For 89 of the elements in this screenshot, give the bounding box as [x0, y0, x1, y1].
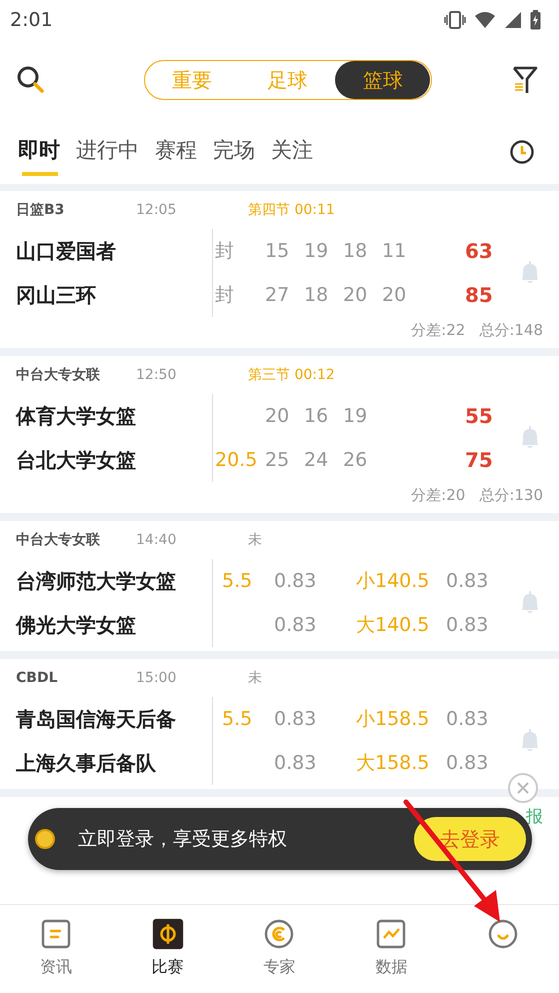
line-value: 大158.5: [356, 751, 430, 776]
league-name: 日篮B3: [16, 201, 66, 219]
score-value: 0.83: [274, 708, 318, 730]
total-score: 63: [465, 239, 494, 263]
score-value: 0.83: [446, 708, 490, 730]
spiral-icon: [264, 919, 294, 949]
total-score: 75: [465, 448, 494, 472]
nav-item[interactable]: 数据: [335, 905, 448, 993]
match-card[interactable]: 日篮B3 12:05 第四节 00:11 山口爱国者 冈山三环 封 15 19 18 11 63 封 27 18 20 20 85 分差:22 总分:148: [0, 191, 559, 348]
match-card[interactable]: CBDL 15:00 未 青岛国信海天后备 上海久事后备队 5.5 0.83 小158.5 0.83 0.83 大158.5 0.83: [0, 659, 559, 789]
team-name: 台北大学女篮: [16, 447, 137, 474]
document-icon: [40, 919, 71, 949]
match-status: 未: [248, 669, 262, 687]
score-value: 0.83: [274, 752, 318, 774]
score-value: 20: [382, 284, 408, 306]
filter-icon[interactable]: [511, 65, 539, 95]
score-value: 0.83: [446, 752, 490, 774]
match-time: 12:50: [136, 367, 178, 383]
line-value: 5.5: [221, 708, 254, 730]
team-name: 体育大学女篮: [16, 403, 137, 430]
line-value: 小158.5: [356, 707, 430, 732]
score-value: 11: [382, 240, 408, 262]
nav-item[interactable]: 资讯: [0, 905, 112, 993]
coin-icon: [34, 828, 56, 850]
toast-message: 立即登录，享受更多特权: [78, 827, 288, 852]
status-time: 2:01: [10, 9, 53, 31]
line-value: 大140.5: [356, 613, 430, 638]
match-time: 15:00: [136, 670, 178, 686]
match-status: 第三节 00:12: [248, 366, 335, 384]
score-value: 0.83: [274, 614, 318, 636]
nav-item[interactable]: 比赛: [112, 905, 224, 993]
score-value: 18: [343, 240, 368, 262]
line-value: 20.5: [214, 449, 258, 471]
score-summary: 分差:22: [411, 321, 466, 340]
score-value: 封: [214, 239, 235, 264]
score-value: 19: [304, 240, 330, 262]
score-value: 18: [304, 284, 330, 306]
match-card[interactable]: 中台大专女联 12:50 第三节 00:12 体育大学女篮 台北大学女篮 20 16 19 55 20.5 25 24 26 75 分差:20 总分:130: [0, 356, 559, 513]
search-icon[interactable]: [16, 65, 46, 95]
nav-item[interactable]: 专家: [224, 905, 336, 993]
score-value: 20: [343, 284, 368, 306]
score-value: 0.83: [274, 570, 318, 592]
line-value: 小140.5: [356, 569, 430, 594]
league-name: CBDL: [16, 670, 58, 686]
score-value: 封: [214, 283, 235, 308]
team-name: 山口爱国者: [16, 238, 117, 265]
score-value: 26: [343, 449, 368, 471]
score-value: 0.83: [446, 570, 490, 592]
team-name: 上海久事后备队: [16, 750, 157, 777]
score-value: 19: [343, 405, 368, 427]
score-value: 27: [265, 284, 290, 306]
score-value: 24: [304, 449, 330, 471]
total-score: 55: [465, 404, 494, 428]
wifi-icon: [474, 11, 496, 29]
team-name: 冈山三环: [16, 282, 97, 309]
league-name: 中台大专女联: [16, 531, 101, 549]
battery-icon: [530, 10, 541, 30]
match-time: 14:40: [136, 532, 178, 548]
line-value: 5.5: [221, 570, 254, 592]
team-name: 佛光大学女篮: [16, 612, 137, 639]
signal-icon: [504, 11, 522, 29]
close-icon[interactable]: [506, 771, 540, 805]
match-status: 第四节 00:11: [248, 201, 335, 219]
clock-icon[interactable]: [509, 139, 535, 165]
match-card[interactable]: 中台大专女联 14:40 未 台湾师范大学女篮 佛光大学女篮 5.5 0.83 小140.5 0.83 0.83 大140.5 0.83: [0, 521, 559, 651]
team-name: 青岛国信海天后备: [16, 706, 177, 733]
score-value: 15: [265, 240, 290, 262]
sport-tab[interactable]: 篮球: [335, 61, 430, 99]
score-value: 20: [265, 405, 290, 427]
view-tab[interactable]: 即时: [16, 128, 66, 176]
view-tab[interactable]: 关注: [269, 128, 319, 176]
team-name: 台湾师范大学女篮: [16, 568, 177, 595]
score-summary: 分差:20: [411, 486, 466, 505]
total-score: 85: [465, 283, 494, 307]
score-summary: 总分:148: [479, 321, 543, 340]
view-tab[interactable]: 赛程: [153, 128, 203, 176]
view-tab[interactable]: 进行中: [74, 128, 145, 176]
chart-icon: [376, 919, 406, 949]
score-value: 25: [265, 449, 290, 471]
score-value: 16: [304, 405, 330, 427]
vibrate-icon: [444, 10, 466, 30]
score-value: 0.83: [446, 614, 490, 636]
match-status: 未: [248, 531, 262, 549]
view-tab[interactable]: 完场: [211, 128, 261, 176]
match-time: 12:05: [136, 202, 178, 218]
league-name: 中台大专女联: [16, 366, 101, 384]
score-summary: 总分:130: [479, 486, 543, 505]
report-tag: 报: [526, 804, 543, 828]
smile-icon: [488, 919, 518, 949]
